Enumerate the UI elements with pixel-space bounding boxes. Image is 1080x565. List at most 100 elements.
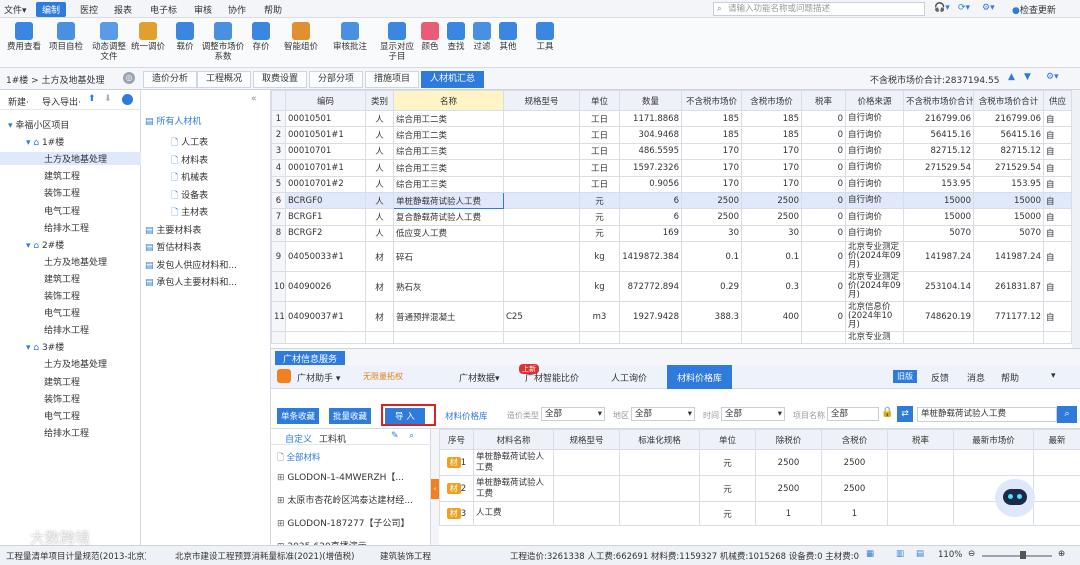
new-button[interactable]: 新建· xyxy=(8,95,29,108)
library-cell[interactable] xyxy=(887,449,954,476)
category-tree-item[interactable]: ▤ 承包人主要材料和... xyxy=(145,275,237,288)
library-cell[interactable] xyxy=(553,501,620,526)
grid-cell[interactable]: 自 xyxy=(1043,224,1072,243)
library-column-header[interactable]: 税率 xyxy=(887,429,954,450)
project-tree-item[interactable]: 装饰工程 xyxy=(44,289,80,302)
splitter-arrow-icon[interactable]: ‹ xyxy=(431,479,439,499)
type-select[interactable]: 全部 ▾ xyxy=(541,407,605,421)
grid-cell[interactable]: BCRGF1 xyxy=(285,208,366,226)
link-icon[interactable]: ⇄ xyxy=(897,406,913,422)
grid-cell[interactable] xyxy=(503,208,580,226)
grid-cell[interactable] xyxy=(1043,331,1072,345)
grid-cell[interactable]: 0 xyxy=(801,142,846,161)
library-cell[interactable] xyxy=(1033,475,1080,502)
grid-cell[interactable]: 工日 xyxy=(579,126,620,144)
grid-cell[interactable]: 153.95 xyxy=(973,175,1044,193)
grid-cell[interactable]: 0 xyxy=(801,208,846,226)
grid-cell[interactable]: 771177.12 xyxy=(973,301,1044,333)
grid-cell[interactable]: 170 xyxy=(681,142,742,161)
grid-cell[interactable]: 0 xyxy=(801,301,846,333)
zoom-slider[interactable] xyxy=(982,555,1052,557)
grid-cell[interactable]: 人 xyxy=(365,159,394,177)
grid-cell[interactable]: C25 xyxy=(503,301,580,333)
grid-cell[interactable]: 141987.24 xyxy=(973,241,1044,273)
home-icon[interactable]: ▾ ⌂ xyxy=(26,138,42,148)
grid-cell[interactable]: 自行询价 xyxy=(845,191,904,210)
gc-tab-data[interactable]: 广材数据▾ xyxy=(459,371,500,384)
grid-cell[interactable] xyxy=(903,331,974,345)
table-row[interactable]: 10 04090026 材熟石灰 kg 872772.894 0.29 0.3 0 北京专业测定… xyxy=(271,271,1072,303)
grid-cell[interactable]: 元 xyxy=(579,191,620,210)
grid-cell[interactable] xyxy=(503,224,580,243)
grid-cell[interactable]: 11 xyxy=(271,301,286,333)
grid-cell[interactable]: kg xyxy=(579,271,620,303)
check-update-button[interactable]: ●检查更新 xyxy=(1012,3,1056,16)
library-cell[interactable]: 元 xyxy=(699,475,756,502)
grid-cell[interactable]: 0 xyxy=(801,109,846,128)
grid-cell[interactable]: 0 xyxy=(801,224,846,243)
grid-cell[interactable]: 北京专业测定价(2024年09月) xyxy=(845,241,904,273)
tools-button[interactable]: 工具 xyxy=(532,22,558,52)
category-tree-item[interactable]: ▤ 暂估材料表 xyxy=(145,240,201,253)
menu-help[interactable]: 帮助 xyxy=(264,3,282,16)
library-cell[interactable] xyxy=(953,449,1034,476)
grid-cell[interactable]: 185 xyxy=(681,126,742,144)
category-tree-item[interactable]: 🗋 主材表 xyxy=(171,205,208,221)
project-tree-item[interactable]: 电气工程 xyxy=(44,306,80,319)
project-tree-item[interactable]: 土方及地基处理 xyxy=(0,152,141,166)
menu-collab[interactable]: 协作 xyxy=(228,3,246,16)
category-tree-item[interactable]: 🗋 材料表 xyxy=(171,153,208,169)
grid-cell[interactable]: 2500 xyxy=(741,208,802,226)
grid-cell[interactable]: 自 xyxy=(1043,241,1072,273)
category-tree-item[interactable]: ▤ 主要材料表 xyxy=(145,223,201,236)
help-link[interactable]: 帮助 xyxy=(1001,371,1019,384)
menu-edit[interactable]: 编制 xyxy=(36,2,67,17)
table-row[interactable]: 8 BCRGF2 人低应变人工费元 169 30 30 0 自行询价 5070 5070 自 xyxy=(271,224,1072,243)
grid-cell[interactable]: 6 xyxy=(619,191,682,210)
grid-cell[interactable] xyxy=(973,331,1044,345)
grid-cell[interactable]: 04090037#1 xyxy=(285,301,366,333)
grid-cell[interactable]: 3 xyxy=(271,142,286,161)
grid-cell[interactable]: 碎石 xyxy=(393,241,504,273)
table-row[interactable]: 7 BCRGF1 人复合静载荷试验人工费元 6 2500 2500 0 自行询价 15000 15… xyxy=(271,208,1072,226)
category-tree-item[interactable]: 🗋 设备表 xyxy=(171,188,208,204)
settings-icon[interactable]: ⚙▾ xyxy=(982,3,995,13)
filter-button[interactable]: 过滤 xyxy=(470,22,494,52)
grid-cell[interactable]: 56415.16 xyxy=(973,126,1044,144)
grid-cell[interactable]: 1171.8868 xyxy=(619,109,682,128)
library-cell[interactable]: 元 xyxy=(699,501,756,526)
grid-cell[interactable]: 0 xyxy=(801,175,846,193)
table-row[interactable]: 材 1 单桩静载荷试验人工费元 2500 2500 xyxy=(439,449,1080,476)
robot-assistant-icon[interactable] xyxy=(995,479,1035,517)
region-select[interactable]: 全部 ▾ xyxy=(631,407,695,421)
layout-icon[interactable]: ▥ xyxy=(896,549,904,559)
grid-cell[interactable]: 综合用工二类 xyxy=(393,126,504,144)
grid-cell[interactable]: 8 xyxy=(271,224,286,243)
grid-cell[interactable] xyxy=(741,331,802,345)
grid-cell[interactable]: 2500 xyxy=(741,191,802,210)
grid-cell[interactable]: 工日 xyxy=(579,109,620,128)
save-price-button[interactable]: 存价 xyxy=(249,22,273,52)
grid-cell[interactable]: 自 xyxy=(1043,142,1072,161)
grid-cell[interactable]: BCRGF2 xyxy=(285,224,366,243)
zoom-in-icon[interactable]: ⊕ xyxy=(1058,549,1065,559)
grid-column-header[interactable]: 编码 xyxy=(285,90,366,111)
old-version-button[interactable]: 旧版 xyxy=(893,370,917,383)
grid-cell[interactable]: 388.3 xyxy=(681,301,742,333)
grid-cell[interactable]: 自行询价 xyxy=(845,159,904,177)
grid-cell[interactable] xyxy=(271,331,286,345)
table-row[interactable]: 3 00010701 人综合用工三类 工日 486.5595 170 170 0 自行询价 827… xyxy=(271,142,1072,161)
gc-tab-compare[interactable]: 广材智能比价 xyxy=(525,371,579,384)
library-tab[interactable]: 工料机 xyxy=(319,432,346,445)
project-tree-item[interactable]: 土方及地基处理 xyxy=(44,255,107,268)
library-cell[interactable]: 2500 xyxy=(821,475,888,502)
function-search-input[interactable]: ⌕ 请输入功能名称或问题描述 xyxy=(713,2,925,16)
move-down-icon[interactable]: ⬇ xyxy=(104,94,112,104)
grid-cell[interactable]: 271529.54 xyxy=(973,159,1044,177)
grid-cell[interactable]: 元 xyxy=(579,224,620,243)
library-cell[interactable]: 1 xyxy=(755,501,822,526)
unified-price-button[interactable]: 统一调价 xyxy=(130,22,166,52)
grid-cell[interactable]: 15000 xyxy=(973,208,1044,226)
tab-labor-material[interactable]: 人材机汇总 xyxy=(421,71,485,88)
grid-column-header[interactable]: 单位 xyxy=(579,90,620,111)
